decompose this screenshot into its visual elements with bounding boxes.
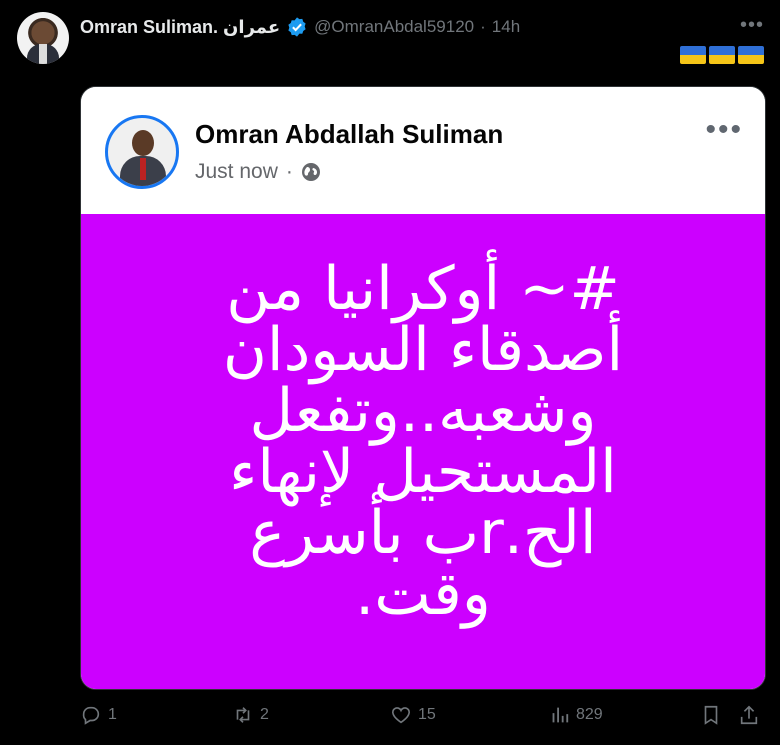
post-text-line: الح.rب بأسرع xyxy=(249,497,597,568)
repost-icon xyxy=(236,707,250,723)
ukraine-flags xyxy=(680,46,764,64)
tweet: Omran Suliman. عمران @OmranAbdal59120 · … xyxy=(0,0,780,745)
fb-post-time: Just now · xyxy=(195,160,321,184)
fb-post-text: #~ أوكرانيا من أصدقاء السودان وشعبه..وتف… xyxy=(163,253,683,629)
globe-icon xyxy=(301,163,320,181)
author-avatar[interactable] xyxy=(17,12,69,64)
view-count: 829 xyxy=(576,706,603,723)
share-button[interactable] xyxy=(738,704,760,726)
attached-image[interactable]: Omran Abdallah Suliman Just now · ••• #~… xyxy=(80,86,766,690)
views-icon xyxy=(552,707,569,723)
post-text-line: المستحيل لإنهاء xyxy=(229,436,617,507)
fb-time-separator: · xyxy=(285,160,293,183)
reply-button[interactable]: 1 xyxy=(80,704,117,726)
avatar-shirt xyxy=(39,44,47,64)
author-name[interactable]: Omran Suliman. عمران xyxy=(80,17,280,38)
tweet-timestamp[interactable]: 14h xyxy=(492,17,520,37)
post-text-line: #~ أوكرانيا من xyxy=(226,253,620,324)
fb-author-avatar xyxy=(105,115,179,189)
like-button[interactable]: 15 xyxy=(390,704,436,726)
bookmark-button[interactable] xyxy=(700,704,722,726)
more-options-icon[interactable]: ••• xyxy=(740,14,764,37)
ukraine-flag-icon xyxy=(709,46,735,64)
repost-button[interactable]: 2 xyxy=(232,704,269,726)
views-button[interactable]: 829 xyxy=(548,704,603,726)
tweet-actions: 1 2 15 829 xyxy=(80,700,764,734)
fb-avatar-tie xyxy=(140,158,146,180)
share-icon xyxy=(740,705,758,725)
ukraine-flag-icon xyxy=(680,46,706,64)
repost-count: 2 xyxy=(260,706,269,723)
fb-avatar-face xyxy=(132,130,154,156)
fb-time-text: Just now xyxy=(195,160,278,183)
heart-icon xyxy=(391,707,411,724)
fb-more-icon: ••• xyxy=(705,113,743,146)
verified-badge-icon xyxy=(288,17,306,37)
tweet-header: Omran Suliman. عمران @OmranAbdal59120 · … xyxy=(80,14,520,40)
fb-author-name: Omran Abdallah Suliman xyxy=(195,119,504,149)
like-count: 15 xyxy=(418,706,436,723)
ukraine-flag-icon xyxy=(738,46,764,64)
author-handle[interactable]: @OmranAbdal59120 xyxy=(314,17,474,37)
fb-post-text-background: #~ أوكرانيا من أصدقاء السودان وشعبه..وتف… xyxy=(81,214,765,689)
reply-icon xyxy=(82,706,100,725)
post-text-line: أصدقاء السودان xyxy=(222,314,624,385)
bookmark-icon xyxy=(704,705,718,725)
post-text-line: وقت. xyxy=(355,558,491,629)
post-text-line: وشعبه..وتفعل xyxy=(249,375,597,446)
fb-post-header: Omran Abdallah Suliman Just now · ••• xyxy=(81,87,765,214)
reply-count: 1 xyxy=(108,706,117,723)
header-separator: · xyxy=(480,17,486,36)
